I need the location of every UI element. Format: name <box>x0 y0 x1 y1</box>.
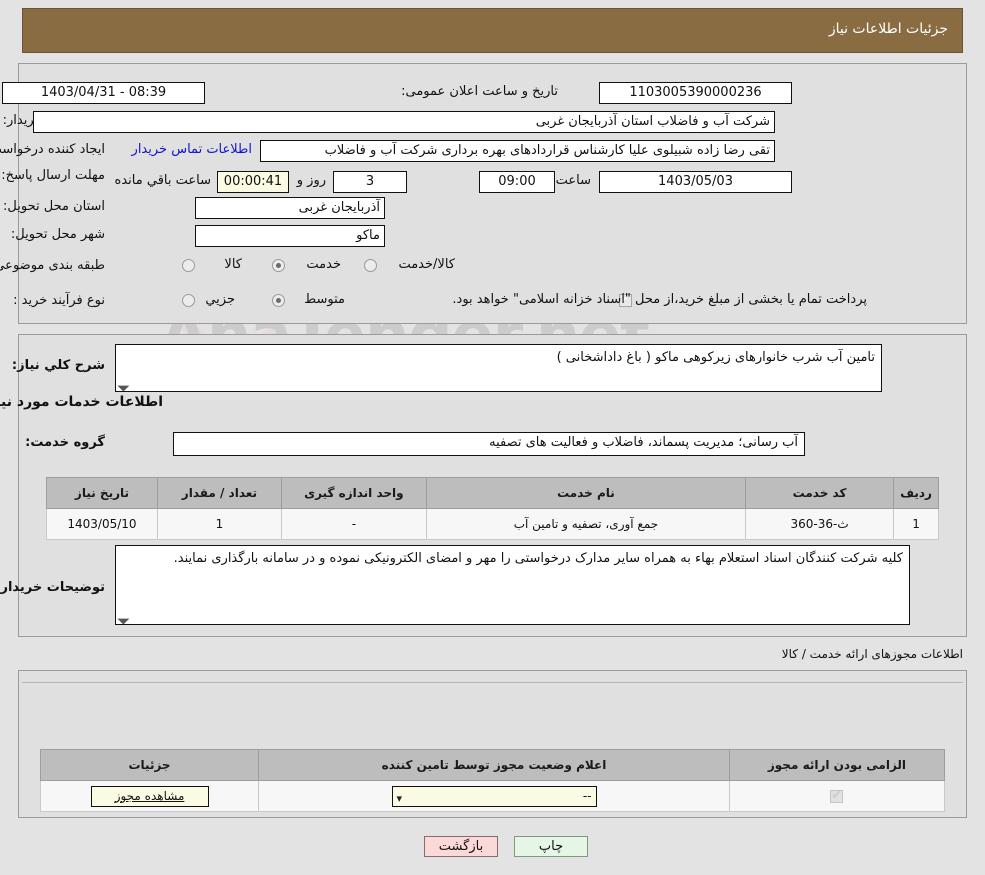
view-license-button[interactable]: مشاهده مجوز <box>90 785 209 807</box>
services-table-header-row: ردیف کد خدمت نام خدمت واحد اندازه گیری ت… <box>46 477 939 509</box>
delivery-city-value: ماکو <box>195 225 385 247</box>
th-row: ردیف <box>893 477 939 509</box>
cell-need-date: 1403/05/10 <box>46 508 158 540</box>
buyer-contact-link[interactable]: اطلاعات تماس خریدار <box>132 142 252 157</box>
chevron-down-icon: ▾ <box>396 791 403 805</box>
buyer-notes-label: توضیحات خریدار: <box>0 580 105 595</box>
cell-license-required <box>728 780 946 812</box>
creator-value: تقی رضا زاده شبیلوی علیا کارشناس قرارداد… <box>260 140 775 162</box>
license-status-value: -- <box>582 788 592 803</box>
radio-process-jozii-label: جزیي <box>205 292 235 307</box>
panel-divider <box>22 682 963 683</box>
cell-quantity: 1 <box>156 508 282 540</box>
licenses-table-header-row: الزامی بودن ارائه مجوز اعلام وضعیت مجوز … <box>39 749 946 781</box>
buyer-org-value: شرکت آب و فاضلاب استان آذربایجان غربی <box>33 111 775 133</box>
summary-textarea[interactable]: تامین آب شرب خانوارهای زیرکوهی ماکو ( با… <box>115 344 882 392</box>
deadline-label: مهلت ارسال پاسخ: تا تاریخ: <box>0 168 105 183</box>
buyer-notes-textarea[interactable]: کلیه شرکت کنندگان اسناد استعلام بهاء به … <box>115 545 910 625</box>
cell-service-code: ث-36-360 <box>745 508 895 540</box>
service-group-value: آب رسانی؛ مدیریت پسماند، فاضلاب و فعالیت… <box>489 435 798 450</box>
category-label: طبقه بندی موضوعی: <box>0 258 105 273</box>
service-group-label: گروه خدمت: <box>25 435 105 450</box>
th-service-name: نام خدمت <box>425 477 747 509</box>
delivery-city-label: شهر محل تحویل: <box>10 227 105 242</box>
announcement-label: تاریخ و ساعت اعلان عمومی: <box>401 84 558 99</box>
purchase-process-label: نوع فرآیند خرید : <box>13 293 105 308</box>
radio-category-kala[interactable] <box>182 259 195 272</box>
page-title: جزئیات اطلاعات نیاز <box>828 21 948 37</box>
resize-grip-icon[interactable]: ◢ <box>116 611 131 624</box>
hour-label: ساعت <box>555 173 591 188</box>
page-header: جزئیات اطلاعات نیاز <box>22 8 963 53</box>
cell-unit: - <box>280 508 427 540</box>
creator-label: ایجاد کننده درخواست: <box>0 142 105 157</box>
treasury-note-text: پرداخت تمام یا بخشی از مبلغ خرید،از محل … <box>452 292 867 307</box>
delivery-province-value: آذربایجان غربی <box>195 197 385 219</box>
table-row: ▾ -- مشاهده مجوز <box>39 780 946 812</box>
licenses-caption: اطلاعات مجوزهای ارائه خدمت / کالا <box>781 647 963 661</box>
radio-process-motavaset-label: متوسط <box>304 292 345 307</box>
radio-process-motavaset[interactable] <box>272 294 285 307</box>
deadline-time-value: 09:00 <box>479 171 555 193</box>
summary-value: تامین آب شرب خانوارهای زیرکوهی ماکو ( با… <box>556 350 875 365</box>
radio-category-kala-label: کالا <box>224 257 242 272</box>
th-license-required: الزامی بودن ارائه مجوز <box>728 749 946 781</box>
radio-category-khedmat-label: خدمت <box>306 257 341 272</box>
delivery-province-label: استان محل تحویل: <box>3 199 105 214</box>
table-row: 1 ث-36-360 جمع آوری، تصفیه و تامین آب - … <box>46 508 939 540</box>
radio-category-kala-khedmat-label: کالا/خدمت <box>398 257 455 272</box>
cell-row: 1 <box>893 508 939 540</box>
countdown-timer: 00:00:41 <box>217 171 289 193</box>
th-unit: واحد اندازه گیری <box>280 477 427 509</box>
remaining-days-value: 3 <box>333 171 407 193</box>
radio-category-kala-khedmat[interactable] <box>364 259 377 272</box>
th-license-details: جزئیات <box>39 749 260 781</box>
license-required-checkbox <box>830 788 844 803</box>
th-need-date: تاریخ نیاز <box>46 477 158 509</box>
th-service-code: کد خدمت <box>745 477 895 509</box>
resize-grip-icon[interactable]: ◢ <box>116 378 131 391</box>
back-button[interactable]: بازگشت <box>424 836 498 857</box>
service-group-value-box: آب رسانی؛ مدیریت پسماند، فاضلاب و فعالیت… <box>173 432 805 456</box>
cell-service-name: جمع آوری، تصفیه و تامین آب <box>425 508 747 540</box>
radio-category-khedmat[interactable] <box>272 259 285 272</box>
radio-process-jozii[interactable] <box>182 294 195 307</box>
services-heading: اطلاعات خدمات مورد نیاز <box>0 394 163 410</box>
th-license-status: اعلام وضعیت مجوز توسط تامین کننده <box>258 749 730 781</box>
buyer-notes-value: کلیه شرکت کنندگان اسناد استعلام بهاء به … <box>173 551 903 566</box>
cell-license-status: ▾ -- <box>258 780 730 812</box>
licenses-table: الزامی بودن ارائه مجوز اعلام وضعیت مجوز … <box>39 749 946 812</box>
services-table: ردیف کد خدمت نام خدمت واحد اندازه گیری ت… <box>46 477 939 540</box>
days-label: روز و <box>296 173 326 188</box>
summary-label: شرح کلي نیاز: <box>11 358 105 373</box>
cell-license-details: مشاهده مجوز <box>39 780 260 812</box>
deadline-date-value: 1403/05/03 <box>599 171 792 193</box>
license-status-select[interactable]: ▾ -- <box>391 785 597 807</box>
tender-details-page: ✓ AnaTender.net جزئیات اطلاعات نیاز شمار… <box>0 0 985 875</box>
th-quantity: تعداد / مقدار <box>156 477 282 509</box>
remaining-hours-label: ساعت باقي مانده <box>114 173 211 188</box>
announcement-value: 08:39 - 1403/04/31 <box>2 82 205 104</box>
need-number-value: 1103005390000236 <box>599 82 792 104</box>
print-button[interactable]: چاپ <box>514 836 588 857</box>
